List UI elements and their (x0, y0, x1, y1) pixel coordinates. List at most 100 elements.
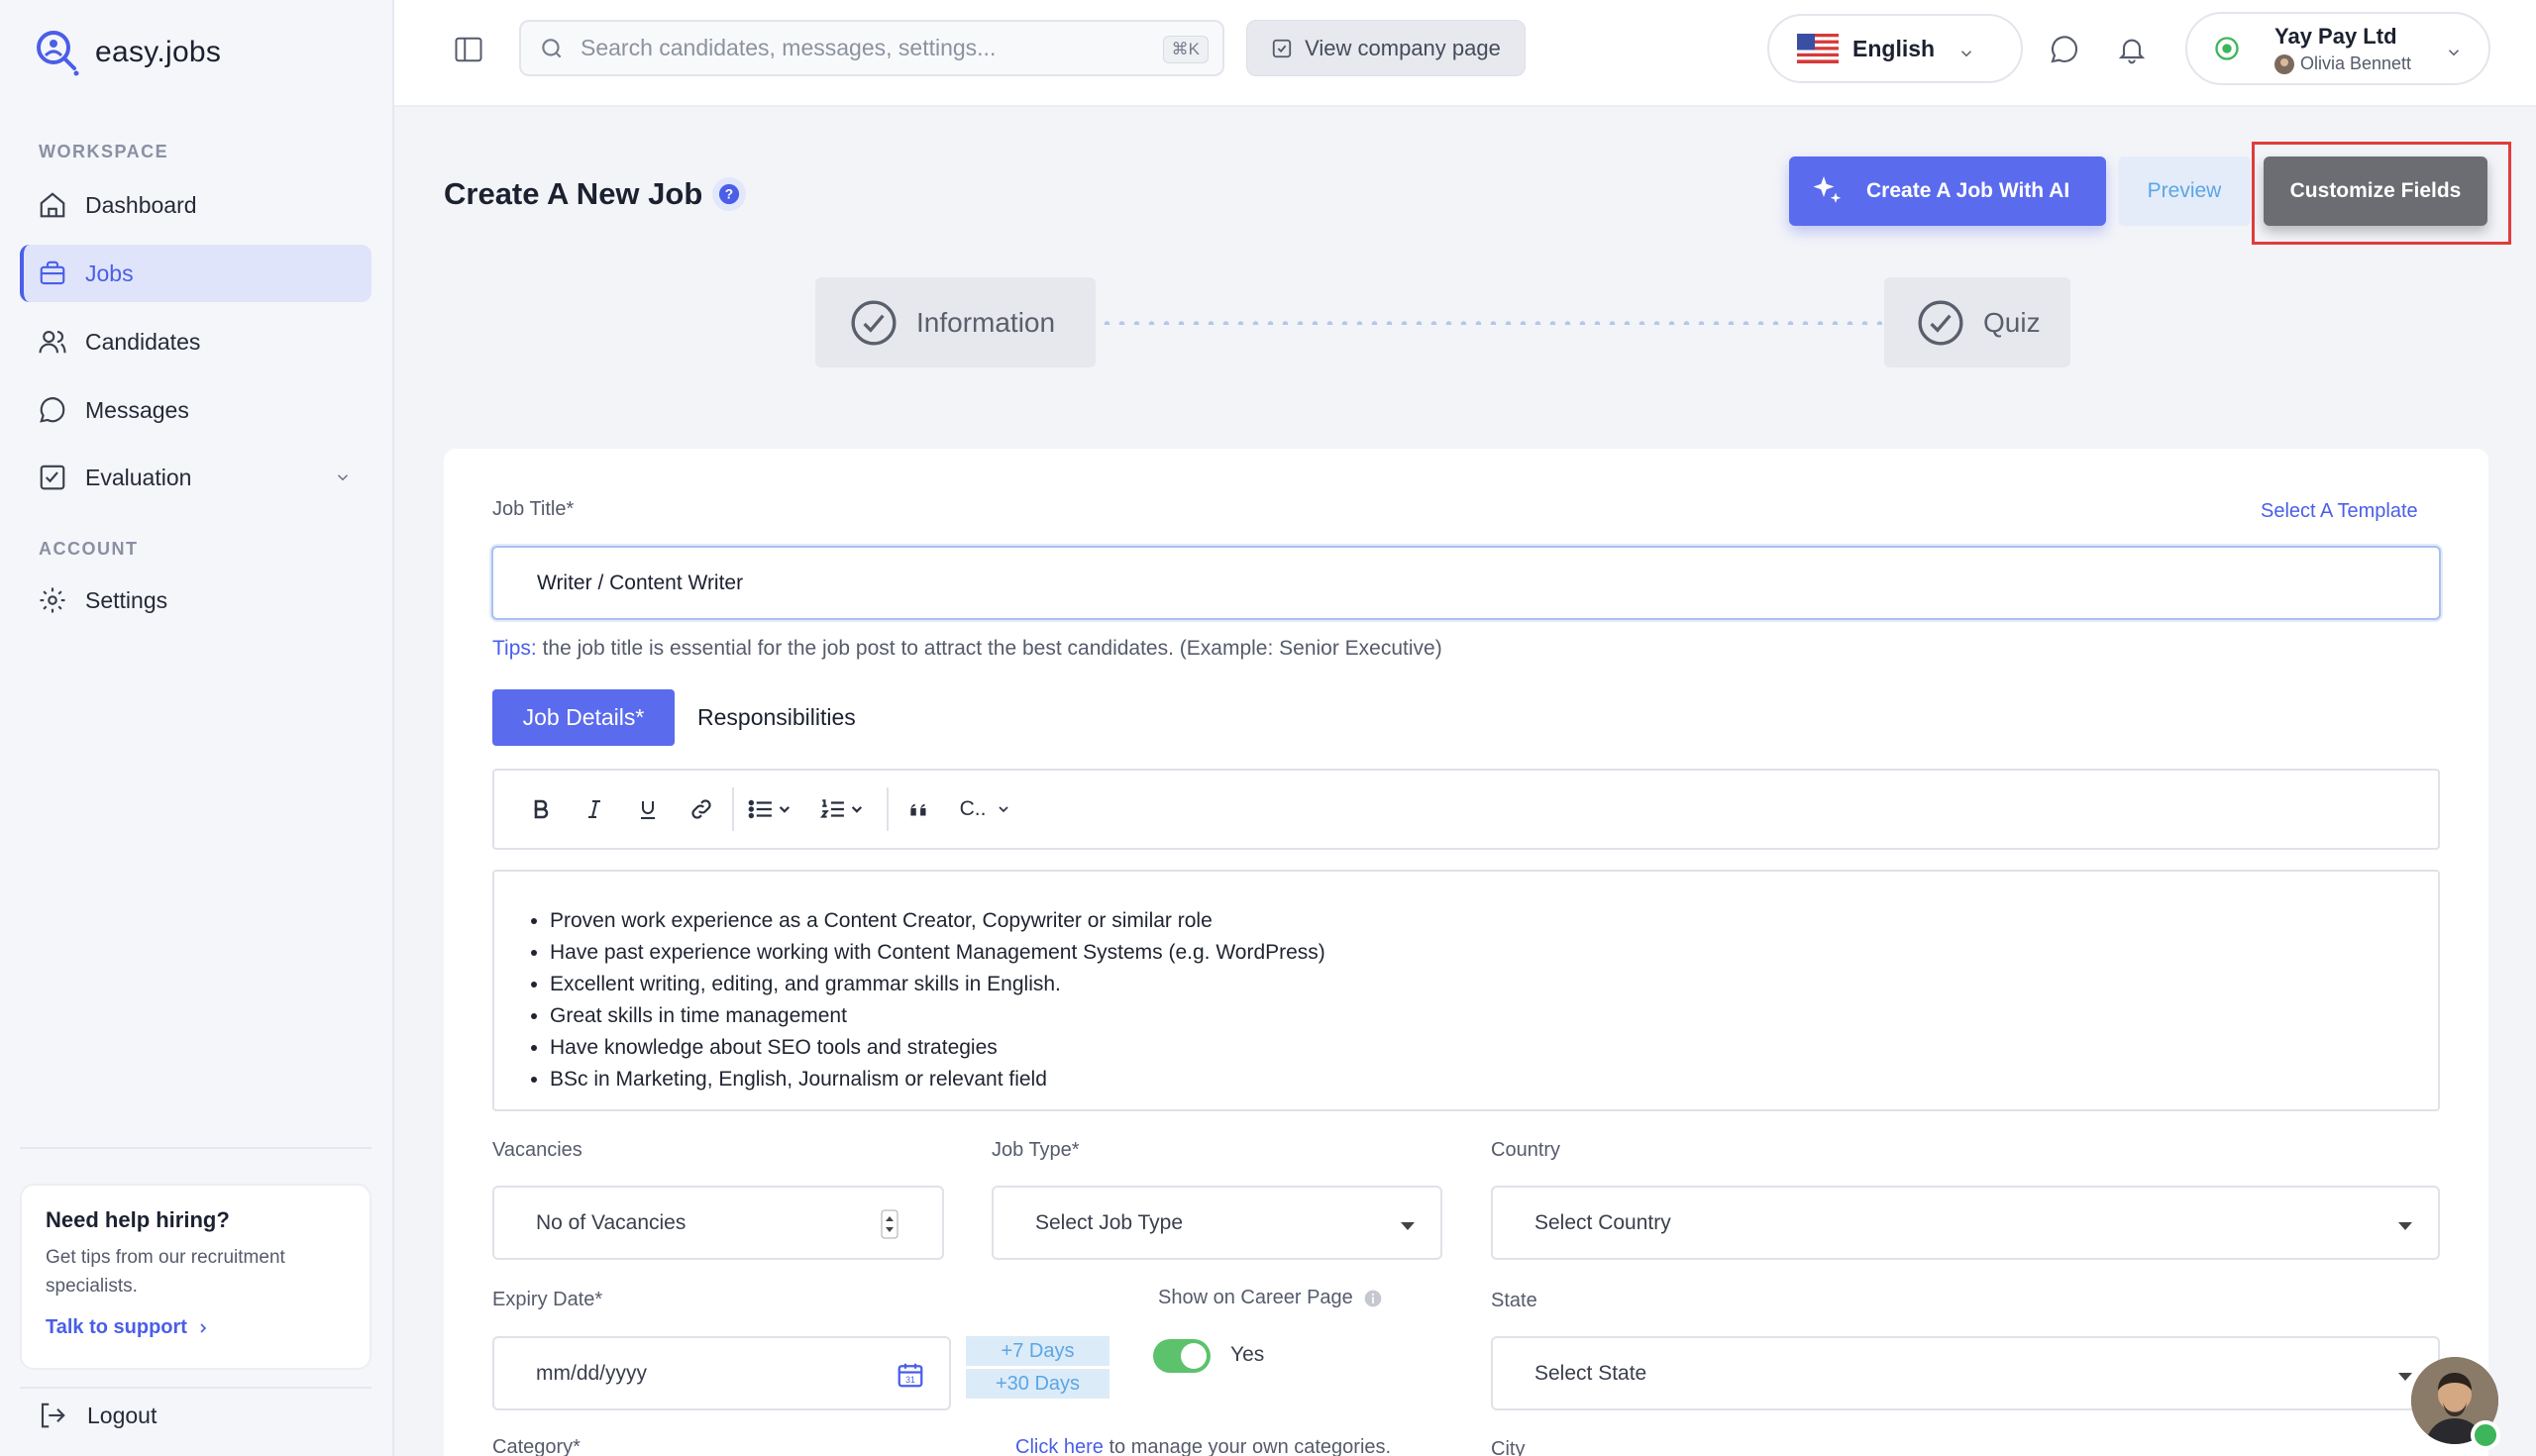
info-icon[interactable] (1363, 1289, 1383, 1308)
select-template-link[interactable]: Select A Template (2261, 500, 2418, 523)
category-manage-link[interactable]: Click here (1015, 1436, 1104, 1456)
logo[interactable]: easy.jobs (34, 28, 221, 77)
sidebar-item-jobs[interactable]: Jobs (20, 245, 371, 302)
search-icon (539, 36, 565, 61)
bold-icon[interactable] (514, 784, 568, 834)
chevron-down-icon (2445, 44, 2463, 61)
sidebar-toggle-icon[interactable] (454, 36, 483, 63)
numbered-list-icon[interactable] (807, 784, 883, 834)
chevron-right-icon (195, 1320, 211, 1336)
career-page-value: Yes (1230, 1343, 1265, 1366)
italic-icon[interactable] (568, 784, 621, 834)
user-name: Olivia Bennett (2300, 53, 2412, 73)
logo-text: easy.jobs (95, 36, 222, 68)
view-company-page-button[interactable]: View company page (1246, 20, 1526, 76)
calendar-icon[interactable]: 31 (896, 1360, 925, 1390)
account-label: ACCOUNT (39, 539, 139, 559)
search-input[interactable] (581, 35, 1135, 61)
create-job-with-ai-label: Create A Job With AI (1866, 179, 2070, 202)
plus-30-days-button[interactable]: +30 Days (966, 1369, 1110, 1399)
country-select[interactable]: Select Country (1491, 1186, 2440, 1260)
city-label: City (1491, 1438, 1526, 1456)
sidebar: easy.jobs WORKSPACE Dashboard Jobs Candi… (0, 0, 394, 1456)
sidebar-divider (20, 1147, 371, 1149)
career-page-label-text: Show on Career Page (1158, 1287, 1353, 1308)
logout-label: Logout (87, 1402, 158, 1428)
sidebar-item-evaluation[interactable]: Evaluation (20, 449, 371, 506)
step-label: Information (916, 306, 1056, 338)
workspace-label: WORKSPACE (39, 142, 169, 161)
checklist-icon (38, 463, 67, 492)
logo-icon (34, 28, 81, 77)
text-style-dropdown[interactable]: C.. (946, 784, 1025, 834)
editor-toolbar: C.. (492, 769, 2440, 850)
job-title-input[interactable] (491, 546, 2441, 620)
sidebar-item-dashboard[interactable]: Dashboard (20, 176, 371, 234)
state-select[interactable]: Select State (1491, 1336, 2440, 1410)
check-circle-icon (849, 298, 898, 348)
tips-text: the job title is essential for the job p… (536, 637, 1442, 660)
step-label: Quiz (1983, 306, 2041, 338)
bell-icon[interactable] (2116, 34, 2148, 65)
job-title-label: Job Title* (492, 498, 575, 520)
job-type-placeholder: Select Job Type (1035, 1210, 1184, 1234)
help-question-icon[interactable]: ? (712, 177, 747, 211)
company-logo-icon (2213, 35, 2241, 62)
list-item: Have knowledge about SEO tools and strat… (550, 1032, 2438, 1064)
talk-to-support-link[interactable]: Talk to support (46, 1316, 346, 1339)
vacancies-placeholder: No of Vacancies (536, 1210, 687, 1234)
vacancies-label: Vacancies (492, 1139, 582, 1161)
list-item: BSc in Marketing, English, Journalism or… (550, 1064, 2438, 1095)
underline-icon[interactable] (621, 784, 675, 834)
view-company-page-label: View company page (1305, 35, 1501, 60)
account-menu[interactable]: Yay Pay Ltd Olivia Bennett (2185, 12, 2490, 85)
country-label: Country (1491, 1139, 1561, 1161)
language-label: English (1852, 35, 1936, 61)
talk-to-support-label: Talk to support (46, 1316, 187, 1338)
tab-job-details[interactable]: Job Details* (492, 689, 675, 746)
vacancies-input[interactable]: No of Vacancies (492, 1186, 944, 1260)
stepper-connector (1100, 321, 1882, 325)
caret-down-icon (2396, 1220, 2414, 1232)
sidebar-item-label: Settings (85, 586, 168, 613)
sidebar-item-messages[interactable]: Messages (20, 381, 371, 439)
preview-button[interactable]: Preview (2118, 156, 2251, 226)
bullet-list-icon[interactable] (738, 784, 807, 834)
career-page-toggle[interactable] (1153, 1339, 1211, 1373)
sidebar-divider (20, 1387, 371, 1389)
list-item: Excellent writing, editing, and grammar … (550, 969, 2438, 1000)
stepper-arrows-icon[interactable] (881, 1209, 898, 1239)
logout-button[interactable]: Logout (38, 1397, 157, 1434)
search-box[interactable]: ⌘K (519, 20, 1224, 76)
search-shortcut-badge: ⌘K (1162, 36, 1209, 63)
step-information[interactable]: Information (815, 277, 1096, 367)
chevron-down-icon[interactable] (334, 468, 352, 486)
list-item: Great skills in time management (550, 1000, 2438, 1032)
help-text: Get tips from our recruitment specialist… (46, 1247, 285, 1297)
online-status-dot (2471, 1420, 2500, 1450)
category-manage-text: Click here to manage your own categories… (1015, 1436, 1391, 1456)
link-icon[interactable] (675, 784, 728, 834)
caret-down-icon (2396, 1371, 2414, 1383)
gear-icon (38, 585, 67, 615)
job-type-select[interactable]: Select Job Type (992, 1186, 1442, 1260)
details-list: Proven work experience as a Content Crea… (550, 905, 2438, 1095)
expiry-date-label: Expiry Date* (492, 1289, 603, 1310)
expiry-date-input[interactable]: mm/dd/yyyy 31 (492, 1336, 951, 1410)
chat-icon[interactable] (2049, 34, 2080, 65)
create-job-with-ai-button[interactable]: Create A Job With AI (1789, 156, 2106, 226)
language-selector[interactable]: English (1767, 14, 2023, 83)
help-title: Need help hiring? (46, 1207, 230, 1232)
quote-icon[interactable] (893, 784, 946, 834)
step-quiz[interactable]: Quiz (1884, 277, 2070, 367)
briefcase-icon (38, 259, 67, 288)
plus-7-days-button[interactable]: +7 Days (966, 1336, 1110, 1366)
topbar: ⌘K View company page English Yay Pay Ltd… (394, 0, 2536, 107)
sidebar-item-candidates[interactable]: Candidates (20, 313, 371, 370)
tab-responsibilities[interactable]: Responsibilities (697, 689, 856, 746)
job-details-editor[interactable]: Proven work experience as a Content Crea… (492, 870, 2440, 1111)
users-icon (38, 327, 67, 357)
sidebar-item-settings[interactable]: Settings (20, 572, 371, 629)
highlight-box (2252, 142, 2511, 245)
toggle-knob (1181, 1343, 1207, 1369)
